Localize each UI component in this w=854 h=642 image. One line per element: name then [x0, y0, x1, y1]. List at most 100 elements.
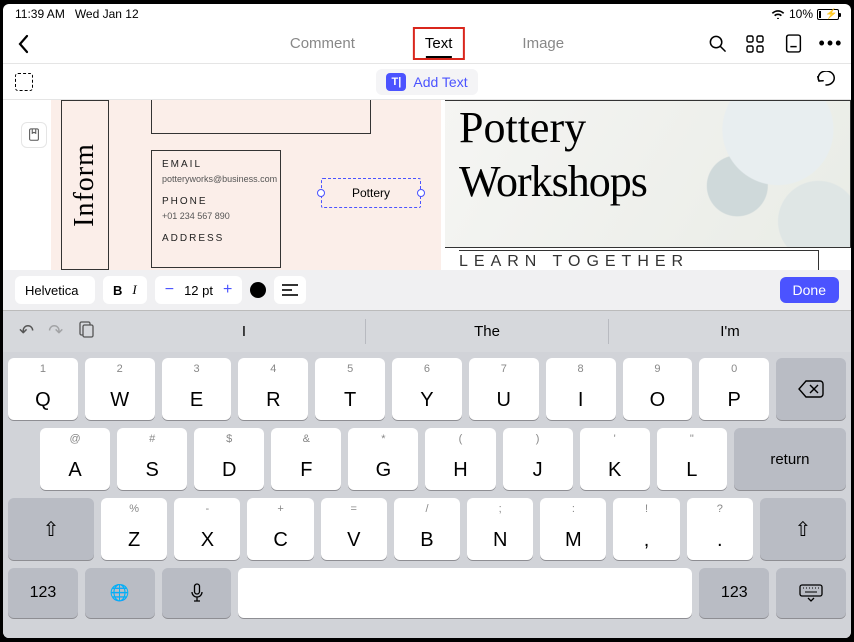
page-left: Inform EMAIL potteryworks@business.com P… [51, 100, 441, 270]
search-button[interactable] [707, 34, 727, 54]
shift-icon: ⇧ [795, 517, 812, 542]
key-g[interactable]: *G [348, 428, 418, 490]
text-box-icon: T| [386, 73, 406, 91]
key-emoji[interactable]: 🌐 [85, 568, 155, 618]
key-l[interactable]: "L [657, 428, 727, 490]
wifi-icon [771, 9, 785, 19]
editing-text-box[interactable]: Pottery [321, 178, 421, 208]
key-m[interactable]: :M [540, 498, 606, 560]
italic-button[interactable]: I [132, 282, 136, 298]
key-numbers-left[interactable]: 123 [8, 568, 78, 618]
key-comma[interactable]: !, [613, 498, 679, 560]
phone-value: +01 234 567 890 [162, 211, 270, 221]
key-w[interactable]: 2W [85, 358, 155, 420]
font-picker[interactable]: Helvetica [15, 276, 95, 304]
top-bar: Comment Text Image ••• [3, 24, 851, 64]
clipboard-icon [77, 320, 95, 338]
style-segment: B I [103, 276, 147, 304]
add-text-button[interactable]: T| Add Text [376, 69, 477, 95]
kbd-paste-button[interactable] [77, 320, 95, 343]
tab-image[interactable]: Image [520, 31, 566, 56]
page-icon [785, 34, 802, 53]
key-b[interactable]: /B [394, 498, 460, 560]
key-t[interactable]: 5T [315, 358, 385, 420]
key-d[interactable]: $D [194, 428, 264, 490]
key-k[interactable]: 'K [580, 428, 650, 490]
key-row-1: 1Q 2W 3E 4R 5T 6Y 7U 8I 9O 0P [8, 358, 846, 420]
key-s[interactable]: #S [117, 428, 187, 490]
key-v[interactable]: =V [321, 498, 387, 560]
key-row-3: ⇧ %Z -X +C =V /B ;N :M !, ?. ⇧ [8, 498, 846, 560]
headline-2: Workshops [459, 156, 647, 207]
key-return[interactable]: return [734, 428, 846, 490]
resize-handle-right[interactable] [417, 189, 425, 197]
text-format-bar: Helvetica B I − 12 pt + Done [3, 270, 851, 310]
key-space[interactable] [238, 568, 692, 618]
bold-button[interactable]: B [113, 283, 122, 298]
page-button[interactable] [783, 34, 803, 54]
key-shift-left[interactable]: ⇧ [8, 498, 94, 560]
done-button[interactable]: Done [780, 277, 839, 303]
key-backspace[interactable] [776, 358, 846, 420]
keyboard-suggestion-row: ↶ ↷ I The I'm [3, 310, 851, 352]
key-e[interactable]: 3E [162, 358, 232, 420]
suggestion-3[interactable]: I'm [608, 319, 851, 344]
key-hide-keyboard[interactable] [776, 568, 846, 618]
kbd-redo-button[interactable]: ↷ [48, 321, 63, 342]
key-row-2: @A #S $D &F *G (H )J 'K "L return [8, 428, 846, 490]
keyboard: 1Q 2W 3E 4R 5T 6Y 7U 8I 9O 0P @A #S $D &… [3, 352, 851, 638]
size-increase-button[interactable]: + [223, 281, 232, 299]
grid-button[interactable] [745, 34, 765, 54]
back-button[interactable] [3, 34, 43, 54]
suggestion-1[interactable]: I [123, 319, 365, 344]
status-bar: 11:39 AM Wed Jan 12 10% ⚡ [3, 4, 851, 24]
marquee-select-button[interactable] [15, 73, 33, 91]
text-color-button[interactable] [250, 282, 266, 298]
more-button[interactable]: ••• [821, 34, 841, 54]
key-x[interactable]: -X [174, 498, 240, 560]
key-f[interactable]: &F [271, 428, 341, 490]
align-button[interactable] [274, 276, 306, 304]
key-j[interactable]: )J [503, 428, 573, 490]
suggestion-2[interactable]: The [365, 319, 608, 344]
empty-box [151, 100, 371, 134]
bookmark-icon [27, 128, 41, 142]
key-c[interactable]: +C [247, 498, 313, 560]
battery-pct: 10% [789, 7, 813, 21]
key-period[interactable]: ?. [687, 498, 753, 560]
key-shift-right[interactable]: ⇧ [760, 498, 846, 560]
key-a[interactable]: @A [40, 428, 110, 490]
add-text-label: Add Text [413, 74, 467, 90]
address-label: ADDRESS [162, 233, 270, 244]
key-h[interactable]: (H [425, 428, 495, 490]
key-q[interactable]: 1Q [8, 358, 78, 420]
key-r[interactable]: 4R [238, 358, 308, 420]
tab-text[interactable]: Text [417, 31, 461, 56]
key-n[interactable]: ;N [467, 498, 533, 560]
key-u[interactable]: 7U [469, 358, 539, 420]
bookmark-button[interactable] [21, 122, 47, 148]
key-z[interactable]: %Z [101, 498, 167, 560]
status-date: Wed Jan 12 [75, 7, 139, 21]
backspace-icon [797, 379, 825, 399]
key-i[interactable]: 8I [546, 358, 616, 420]
page-right: Pottery Workshops LEARN TOGETHER [445, 100, 851, 270]
key-dictate[interactable] [162, 568, 232, 618]
resize-handle-left[interactable] [317, 189, 325, 197]
undo-button[interactable] [815, 71, 837, 92]
key-y[interactable]: 6Y [392, 358, 462, 420]
email-label: EMAIL [162, 159, 270, 170]
tab-comment[interactable]: Comment [288, 31, 357, 56]
key-row-4: 123 🌐 123 [8, 568, 846, 618]
kbd-undo-button[interactable]: ↶ [19, 321, 34, 342]
document-canvas[interactable]: Inform EMAIL potteryworks@business.com P… [3, 100, 851, 270]
key-numbers-right[interactable]: 123 [699, 568, 769, 618]
phone-label: PHONE [162, 196, 270, 207]
status-time: 11:39 AM [15, 7, 65, 21]
sub-toolbar: T| Add Text [3, 64, 851, 100]
key-p[interactable]: 0P [699, 358, 769, 420]
align-left-icon [282, 284, 298, 296]
key-o[interactable]: 9O [623, 358, 693, 420]
size-decrease-button[interactable]: − [165, 281, 174, 299]
contact-box: EMAIL potteryworks@business.com PHONE +0… [151, 150, 281, 268]
